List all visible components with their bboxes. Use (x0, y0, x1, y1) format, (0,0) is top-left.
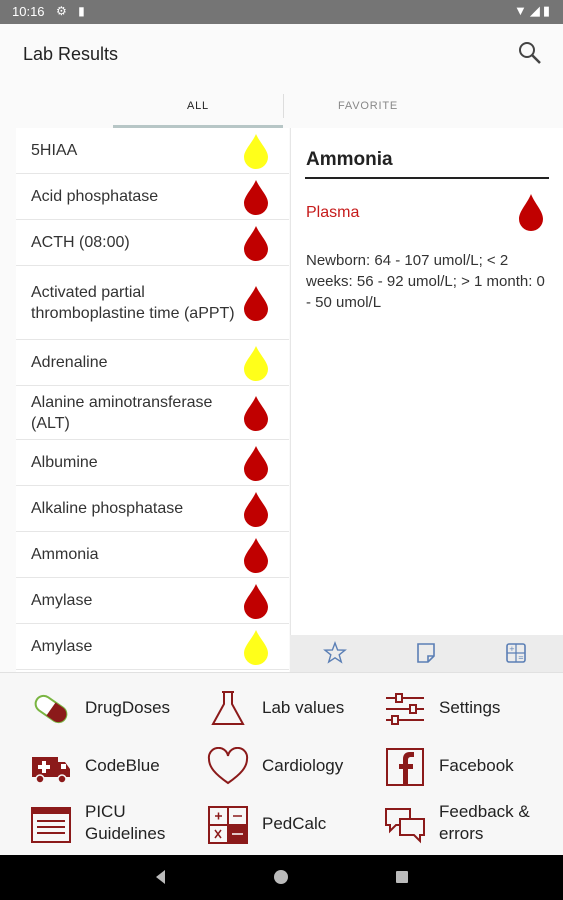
nav-picu-label-line1: PICU (85, 802, 126, 821)
nav-codeblue-label: CodeBlue (85, 756, 160, 775)
red-drop-icon (244, 179, 268, 215)
list-item-label: 5HIAA (31, 142, 78, 159)
list-item-label: Alkaline phosphatase (31, 500, 184, 517)
svg-text:=: = (518, 654, 524, 662)
nav-facebook-label: Facebook (439, 756, 514, 775)
pill-icon (34, 694, 68, 724)
list-item-label: Amylase (31, 592, 93, 609)
recents-icon[interactable] (393, 868, 411, 886)
status-system-icons: ▼◢▮ (513, 3, 553, 18)
nav-pedcalc[interactable]: PedCalc (207, 799, 387, 849)
note-icon[interactable] (414, 641, 438, 665)
page-title: Lab Results (23, 44, 119, 64)
nav-drugdoses-label: DrugDoses (85, 698, 171, 717)
search-icon[interactable] (517, 40, 543, 66)
list-item-label: Amylase (31, 638, 93, 655)
list-item-label: Albumine (31, 454, 98, 471)
list-item[interactable]: Acid phosphatase (16, 174, 289, 220)
list-item[interactable]: Albumine (16, 440, 289, 486)
list-item[interactable]: ACTH (08:00) (16, 220, 289, 266)
document-icon (31, 807, 71, 843)
red-drop-icon (244, 395, 268, 431)
nav-facebook[interactable]: Facebook (384, 741, 563, 791)
list-item[interactable]: Amylase (16, 578, 289, 624)
tab-favorite[interactable]: FAVORITE (283, 84, 453, 128)
detail-title: Ammonia (306, 149, 393, 170)
sliders-icon (386, 693, 424, 725)
nav-cardiology[interactable]: Cardiology (207, 741, 387, 791)
detail-sample-type: Plasma (306, 204, 360, 221)
nav-pedcalc-label: PedCalc (262, 814, 327, 833)
app-bar: Lab Results (0, 24, 563, 84)
status-time: 10:16 (12, 4, 45, 19)
list-item[interactable]: Alanine aminotransferase (ALT) (16, 386, 289, 440)
nav-labvalues-label: Lab values (262, 698, 345, 717)
red-drop-icon (244, 537, 268, 573)
heart-icon (207, 747, 249, 785)
status-bar: 10:16 ⚙ ▮ ▼◢▮ (0, 0, 563, 24)
facebook-icon (386, 748, 424, 786)
tab-all[interactable]: ALL (113, 84, 283, 128)
blood-drop-icon (519, 194, 543, 231)
chat-bubbles-icon (385, 808, 425, 844)
nav-feedback-label-line2: errors (439, 824, 484, 843)
tab-bar: ALL FAVORITE (0, 84, 563, 128)
nav-cardiology-label: Cardiology (262, 756, 344, 775)
detail-divider (305, 177, 549, 179)
back-icon[interactable] (152, 868, 170, 886)
detail-reference-values: Newborn: 64 - 107 umol/L; < 2 weeks: 56 … (306, 252, 545, 311)
list-item[interactable]: Ammonia (16, 532, 289, 578)
nav-feedback-label-line1: Feedback & (439, 802, 530, 821)
flask-icon (211, 691, 245, 725)
nav-codeblue[interactable]: CodeBlue (30, 741, 210, 791)
nav-feedback[interactable]: Feedback & errors (384, 799, 563, 849)
calculator-grid-icon (208, 806, 248, 844)
nav-settings[interactable]: Settings (384, 683, 563, 733)
calculator-icon[interactable]: + = (504, 641, 528, 665)
yellow-drop-icon (244, 629, 268, 665)
list-item-label: Acid phosphatase (31, 188, 159, 205)
list-item-label: Alanine aminotransferase (ALT) (31, 393, 213, 432)
list-item-label: Activated partial thromboplastine time (… (31, 283, 235, 322)
red-drop-icon (244, 583, 268, 619)
list-item[interactable]: Alkaline phosphatase (16, 486, 289, 532)
nav-labvalues[interactable]: Lab values (207, 683, 387, 733)
list-item[interactable]: Activated partial thromboplastine time (… (16, 266, 289, 340)
status-notification-icons: ⚙ ▮ (56, 4, 89, 18)
red-drop-icon (244, 445, 268, 481)
list-item-label: Ammonia (31, 546, 99, 563)
detail-toolbar: + = (290, 635, 563, 672)
svg-text:+: + (509, 645, 515, 653)
list-item[interactable]: 5HIAA (16, 128, 289, 174)
detail-panel: Ammonia Plasma Newborn: 64 - 107 umol/L;… (290, 128, 563, 635)
yellow-drop-icon (244, 345, 268, 381)
home-icon[interactable] (272, 868, 290, 886)
list-item[interactable]: Adrenaline (16, 340, 289, 386)
red-drop-icon (244, 491, 268, 527)
list-item-label: Adrenaline (31, 354, 108, 371)
red-drop-icon (244, 225, 268, 261)
nav-picu-guidelines[interactable]: PICU Guidelines (30, 799, 210, 849)
nav-drugdoses[interactable]: DrugDoses (30, 683, 210, 733)
list-item-label: ACTH (08:00) (31, 234, 130, 251)
red-drop-icon (244, 285, 268, 321)
lab-list[interactable]: 5HIAA Acid phosphatase ACTH (08:00) Activat… (16, 128, 289, 672)
ambulance-icon (32, 757, 70, 784)
list-item[interactable]: Amylase (16, 624, 289, 670)
nav-settings-label: Settings (439, 698, 501, 717)
system-navigation-bar (0, 855, 563, 900)
star-icon[interactable] (323, 641, 347, 665)
nav-picu-label-line2: Guidelines (85, 824, 166, 843)
bottom-navigation: DrugDoses Lab values Settings CodeBlue C… (0, 672, 563, 856)
yellow-drop-icon (244, 133, 268, 169)
